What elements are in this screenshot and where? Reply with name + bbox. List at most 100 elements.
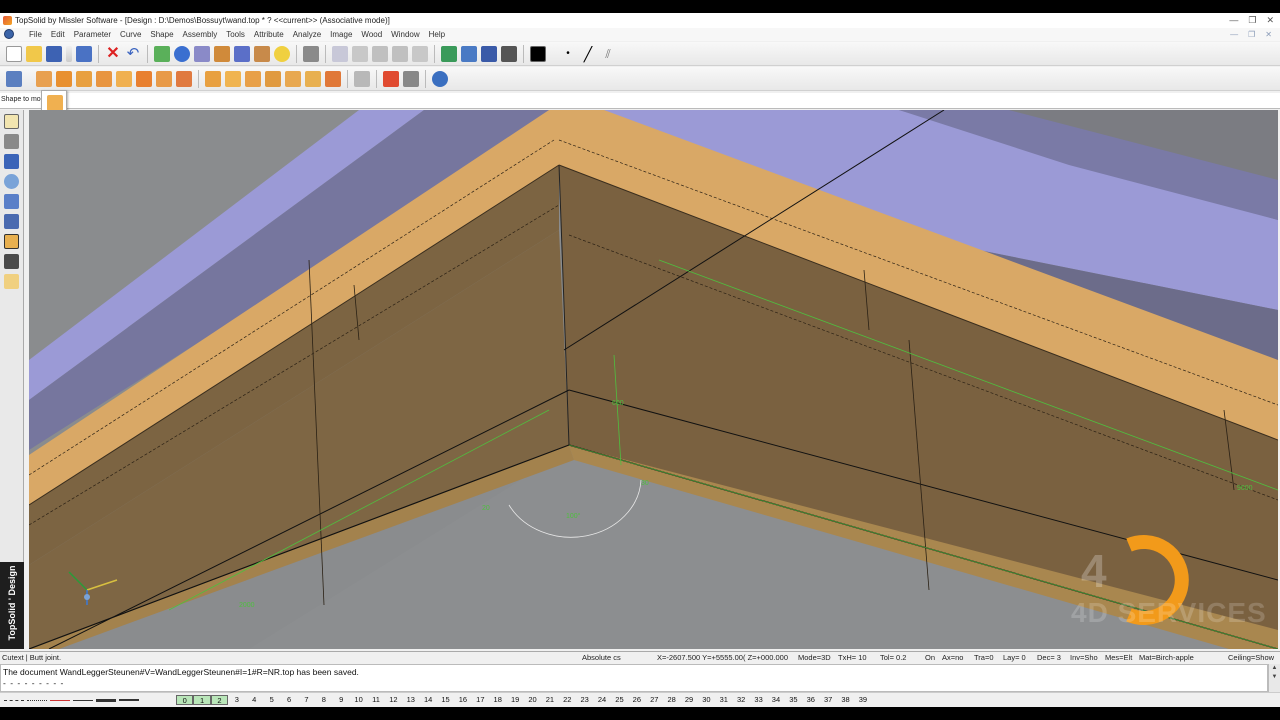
layer-10[interactable]: 10 — [350, 693, 367, 707]
layer-9[interactable]: 9 — [333, 693, 350, 707]
undo-icon[interactable]: ↶ — [125, 46, 141, 62]
close-button[interactable]: ✕ — [1266, 13, 1274, 28]
tree-icon[interactable] — [254, 46, 270, 62]
properties-icon[interactable] — [76, 46, 92, 62]
hide-icon[interactable] — [274, 46, 290, 62]
layer-5[interactable]: 5 — [263, 693, 280, 707]
layer-20[interactable]: 20 — [524, 693, 541, 707]
layer-21[interactable]: 21 — [541, 693, 558, 707]
layer-22[interactable]: 22 — [559, 693, 576, 707]
layer-4[interactable]: 4 — [246, 693, 263, 707]
shape-chamfer-icon[interactable] — [325, 71, 341, 87]
menu-help[interactable]: Help — [429, 28, 445, 41]
layer-13[interactable]: 13 — [402, 693, 419, 707]
layer-6[interactable]: 6 — [280, 693, 297, 707]
layer-15[interactable]: 15 — [437, 693, 454, 707]
assembly-mode-icon[interactable] — [4, 194, 19, 209]
view-rotate-icon[interactable] — [332, 46, 348, 62]
status-measure[interactable]: Mes=Elt — [1105, 652, 1132, 664]
view-orient-icon[interactable] — [461, 46, 477, 62]
layer-26[interactable]: 26 — [628, 693, 645, 707]
shape-boolean-icon[interactable] — [383, 71, 399, 87]
view-pan-icon[interactable] — [352, 46, 368, 62]
layer-12[interactable]: 12 — [385, 693, 402, 707]
menu-window[interactable]: Window — [391, 28, 419, 41]
layer-3[interactable]: 3 — [228, 693, 245, 707]
menu-tools[interactable]: Tools — [226, 28, 245, 41]
layer-27[interactable]: 27 — [646, 693, 663, 707]
doc-minimize-button[interactable]: — — [1230, 28, 1238, 41]
shape-pocket-icon[interactable] — [225, 71, 241, 87]
measure-icon[interactable] — [303, 46, 319, 62]
message-scrollbar[interactable]: ▲ ▼ — [1268, 664, 1280, 692]
shape-drill-icon[interactable] — [205, 71, 221, 87]
save-icon[interactable] — [46, 46, 62, 62]
new-document-icon[interactable] — [6, 46, 22, 62]
wood-mode-icon[interactable] — [4, 234, 19, 249]
tools-icon[interactable] — [214, 46, 230, 62]
status-layer[interactable]: Lay= 0 — [1003, 652, 1026, 664]
open-folder-icon[interactable] — [26, 46, 42, 62]
surface-mode-icon[interactable] — [4, 174, 19, 189]
layer-37[interactable]: 37 — [819, 693, 836, 707]
menu-attribute[interactable]: Attribute — [254, 28, 284, 41]
shape-inactive-icon[interactable] — [354, 71, 370, 87]
menu-file[interactable]: File — [29, 28, 42, 41]
layer-36[interactable]: 36 — [802, 693, 819, 707]
attribute-mode-icon[interactable] — [4, 274, 19, 289]
layer-19[interactable]: 19 — [506, 693, 523, 707]
color-dropdown-icon[interactable] — [550, 46, 556, 62]
layer-34[interactable]: 34 — [767, 693, 784, 707]
status-tolerance[interactable]: Tol= 0.2 — [880, 652, 906, 664]
status-coord-system[interactable]: Absolute cs — [582, 652, 621, 664]
layer-39[interactable]: 39 — [854, 693, 871, 707]
layer-14[interactable]: 14 — [419, 693, 436, 707]
shape-mode-icon[interactable] — [4, 154, 19, 169]
layer-2[interactable]: 2 — [210, 695, 229, 705]
menu-parameter[interactable]: Parameter — [74, 28, 111, 41]
regenerate-icon[interactable] — [154, 46, 170, 62]
layer-0[interactable]: 0 — [176, 695, 194, 705]
minimize-button[interactable]: — — [1229, 13, 1238, 28]
layer-11[interactable]: 11 — [367, 693, 384, 707]
status-on[interactable]: On — [925, 652, 935, 664]
line-style-selector[interactable] — [4, 693, 139, 707]
shape-boss-icon[interactable] — [245, 71, 261, 87]
shape-solid-icon[interactable] — [403, 71, 419, 87]
select-shape-icon[interactable] — [6, 71, 22, 87]
shape-extrude-icon[interactable] — [56, 71, 72, 87]
layer-25[interactable]: 25 — [611, 693, 628, 707]
menu-shape[interactable]: Shape — [150, 28, 173, 41]
layer-16[interactable]: 16 — [454, 693, 471, 707]
shape-groove-icon[interactable] — [285, 71, 301, 87]
status-transparency[interactable]: Tra=0 — [974, 652, 994, 664]
maximize-button[interactable]: ❐ — [1248, 13, 1256, 28]
layer-1[interactable]: 1 — [193, 695, 211, 705]
shape-fillet-icon[interactable] — [305, 71, 321, 87]
status-text-height[interactable]: TxH= 10 — [838, 652, 867, 664]
sliders-icon[interactable] — [194, 46, 210, 62]
document-menu-icon[interactable] — [4, 29, 14, 39]
shape-cut-icon[interactable] — [176, 71, 192, 87]
zoom-icon[interactable] — [174, 46, 190, 62]
view-magnet-icon[interactable] — [392, 46, 408, 62]
view-grid-icon[interactable] — [372, 46, 388, 62]
color-swatch-icon[interactable] — [530, 46, 546, 62]
line-style-icon[interactable]: ╱ — [580, 46, 596, 62]
menu-curve[interactable]: Curve — [120, 28, 141, 41]
menu-edit[interactable]: Edit — [51, 28, 65, 41]
light-icon[interactable] — [501, 46, 517, 62]
status-decimals[interactable]: Dec= 3 — [1037, 652, 1061, 664]
menu-analyze[interactable]: Analyze — [293, 28, 321, 41]
layer-24[interactable]: 24 — [593, 693, 610, 707]
menu-wood[interactable]: Wood — [361, 28, 382, 41]
layer-38[interactable]: 38 — [837, 693, 854, 707]
menu-image[interactable]: Image — [330, 28, 352, 41]
layer-7[interactable]: 7 — [298, 693, 315, 707]
sketch-mode-icon[interactable] — [4, 134, 19, 149]
layer-30[interactable]: 30 — [698, 693, 715, 707]
analysis-mode-icon[interactable] — [4, 214, 19, 229]
layer-32[interactable]: 32 — [733, 693, 750, 707]
doc-close-button[interactable]: ✕ — [1265, 28, 1272, 41]
point-style-icon[interactable]: • — [560, 46, 576, 62]
